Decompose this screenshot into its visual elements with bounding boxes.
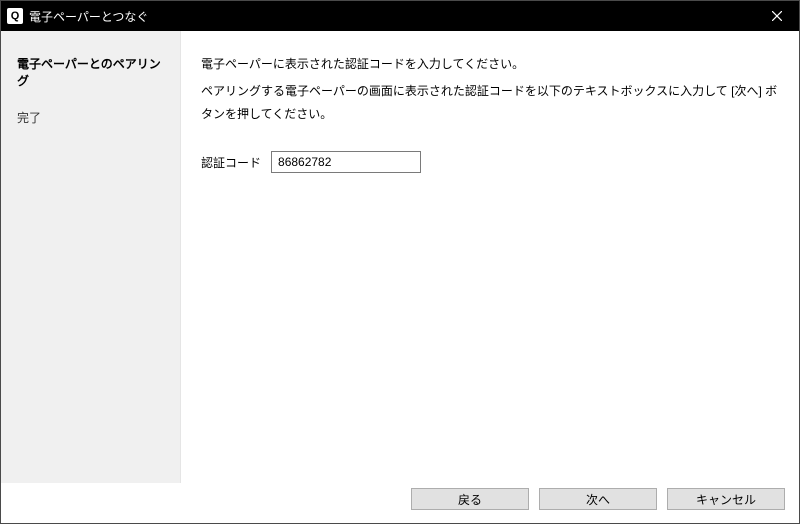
next-button[interactable]: 次へ xyxy=(539,488,657,510)
app-icon-letter: Q xyxy=(11,10,20,22)
app-icon: Q xyxy=(7,8,23,24)
back-button[interactable]: 戻る xyxy=(411,488,529,510)
body-area: 電子ペーパーとのペアリング 完了 電子ペーパーに表示された認証コードを入力してく… xyxy=(1,31,799,483)
main-panel: 電子ペーパーに表示された認証コードを入力してください。 ペアリングする電子ペーパ… xyxy=(181,31,799,483)
instruction-line-1: 電子ペーパーに表示された認証コードを入力してください。 xyxy=(201,53,779,76)
wizard-sidebar: 電子ペーパーとのペアリング 完了 xyxy=(1,31,181,483)
close-icon xyxy=(772,11,782,21)
auth-code-label: 認証コード xyxy=(201,154,261,171)
instruction-line-2: ペアリングする電子ペーパーの画面に表示された認証コードを以下のテキストボックスに… xyxy=(201,80,779,126)
close-button[interactable] xyxy=(754,1,799,31)
window-title: 電子ペーパーとつなぐ xyxy=(29,8,754,25)
auth-code-input[interactable] xyxy=(271,151,421,173)
sidebar-step-done: 完了 xyxy=(1,103,180,132)
title-bar: Q 電子ペーパーとつなぐ xyxy=(1,1,799,31)
cancel-button[interactable]: キャンセル xyxy=(667,488,785,510)
sidebar-step-pairing: 電子ペーパーとのペアリング xyxy=(1,49,180,95)
auth-code-row: 認証コード xyxy=(201,151,779,173)
dialog-window: Q 電子ペーパーとつなぐ 電子ペーパーとのペアリング 完了 電子ペーパーに表示さ… xyxy=(0,0,800,524)
button-bar: 戻る 次へ キャンセル xyxy=(1,483,799,523)
